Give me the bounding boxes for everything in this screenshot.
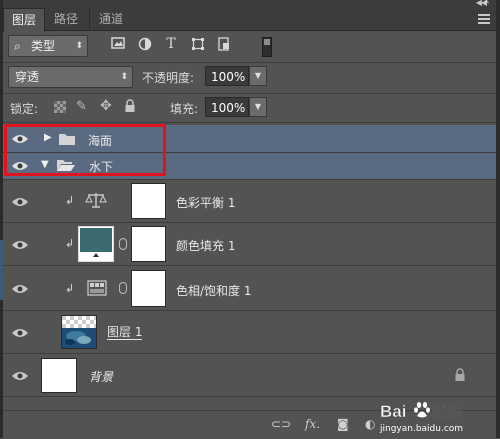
lock-all-icon[interactable] — [124, 99, 136, 116]
panel-titlebar: ◀◀ ✕ — [3, 0, 496, 8]
hue-saturation-icon — [87, 280, 107, 296]
background-thumbnail[interactable] — [41, 358, 77, 393]
fill-color-marker — [93, 253, 99, 257]
eye-icon[interactable] — [11, 195, 29, 209]
fill-input[interactable]: 100% — [205, 97, 249, 117]
link-icon[interactable] — [119, 282, 127, 294]
blend-mode-dropdown[interactable]: 穿透 ⬍ — [8, 66, 133, 88]
annotation-highlight-box — [4, 124, 166, 176]
panel-tabs: 图层 路径 通道 — [3, 8, 496, 32]
tab-layers[interactable]: 图层 — [3, 8, 45, 32]
layer-row-color-balance[interactable]: ↲ 色彩平衡 1 — [3, 180, 496, 223]
layer-mask-thumbnail[interactable] — [131, 226, 166, 262]
underwater-image — [62, 328, 96, 348]
lock-icon — [455, 368, 465, 381]
fill-color-swatch — [80, 228, 112, 252]
layer-image-thumbnail[interactable] — [61, 315, 97, 349]
search-icon: ⌕ — [14, 39, 21, 53]
lock-label: 锁定: — [10, 102, 39, 116]
filter-toggle-switch[interactable] — [262, 37, 272, 57]
smart-object-filter-icon[interactable] — [216, 37, 232, 53]
divider — [3, 122, 496, 123]
layer-name[interactable]: 色彩平衡 1 — [176, 194, 235, 211]
watermark-brand: Bai — [380, 402, 406, 421]
adjustment-layer-filter-icon[interactable] — [137, 37, 153, 53]
layer-row-layer1[interactable]: 图层 1 — [3, 311, 496, 354]
opacity-label: 不透明度: — [142, 71, 195, 85]
layer-mask-thumbnail[interactable] — [131, 183, 166, 219]
lock-move-icon[interactable]: ✥ — [100, 98, 112, 114]
opacity-slider-button[interactable]: ▼ — [249, 66, 267, 86]
layer-name[interactable]: 颜色填充 1 — [176, 237, 235, 254]
updown-arrow-icon: ⬍ — [75, 41, 83, 51]
panel-menu-icon[interactable] — [478, 14, 490, 24]
layer-name[interactable]: 背景 — [89, 368, 113, 385]
close-icon[interactable]: ✕ — [482, 0, 490, 7]
filter-kind-label: 类型 — [31, 39, 56, 53]
blend-mode-value: 穿透 — [15, 70, 40, 84]
eye-icon[interactable] — [11, 238, 29, 252]
updown-arrow-icon: ⬍ — [120, 72, 128, 82]
fill-slider-button[interactable]: ▼ — [249, 97, 267, 117]
divider — [3, 93, 496, 94]
link-icon[interactable] — [119, 238, 127, 250]
watermark-url: jingyan.baidu.com — [379, 424, 463, 434]
fill-label: 填充: — [170, 102, 199, 116]
tab-channels[interactable]: 通道 — [89, 8, 132, 30]
window-edge-right — [496, 0, 500, 438]
divider — [3, 62, 496, 63]
lock-brush-icon[interactable]: ✎ — [76, 99, 87, 114]
clipping-arrow-icon: ↲ — [65, 237, 75, 250]
pixel-layer-filter-icon[interactable] — [110, 37, 126, 53]
eye-icon[interactable] — [11, 369, 29, 383]
layer-row-background[interactable]: 背景 — [3, 354, 496, 397]
fx-icon[interactable]: fx. — [305, 417, 320, 431]
shape-layer-filter-icon[interactable] — [190, 37, 206, 53]
type-layer-filter-icon[interactable]: T — [163, 36, 179, 52]
layer-row-color-fill[interactable]: ↲ 颜色填充 1 — [3, 223, 496, 266]
balance-scale-icon — [85, 193, 107, 208]
layer-name[interactable]: 色相/饱和度 1 — [176, 282, 252, 299]
eye-icon[interactable] — [11, 326, 29, 340]
layer-mask-thumbnail[interactable] — [131, 270, 166, 307]
clipping-arrow-icon: ↲ — [65, 282, 75, 295]
layer-name[interactable]: 图层 1 — [107, 325, 143, 340]
link-layers-icon[interactable]: ⊂⊃ — [271, 417, 291, 431]
baidu-jingyan-watermark: Bai 经验 jingyan.baidu.com — [379, 402, 463, 434]
add-mask-icon[interactable]: ◙ — [337, 417, 349, 431]
lock-transparent-icon[interactable] — [54, 101, 66, 113]
filter-kind-dropdown[interactable]: ⌕ 类型 ⬍ — [8, 35, 88, 57]
tab-paths[interactable]: 路径 — [45, 8, 87, 30]
clipping-arrow-icon: ↲ — [65, 194, 75, 207]
adjustment-layer-icon[interactable]: ◐ — [365, 417, 375, 431]
layer-row-hue-saturation[interactable]: ↲ 色相/饱和度 1 — [3, 266, 496, 311]
fill-color-thumbnail[interactable] — [78, 226, 114, 262]
opacity-input[interactable]: 100% — [205, 66, 249, 86]
eye-icon[interactable] — [11, 282, 29, 296]
watermark-brand2: 经验 — [432, 403, 463, 421]
